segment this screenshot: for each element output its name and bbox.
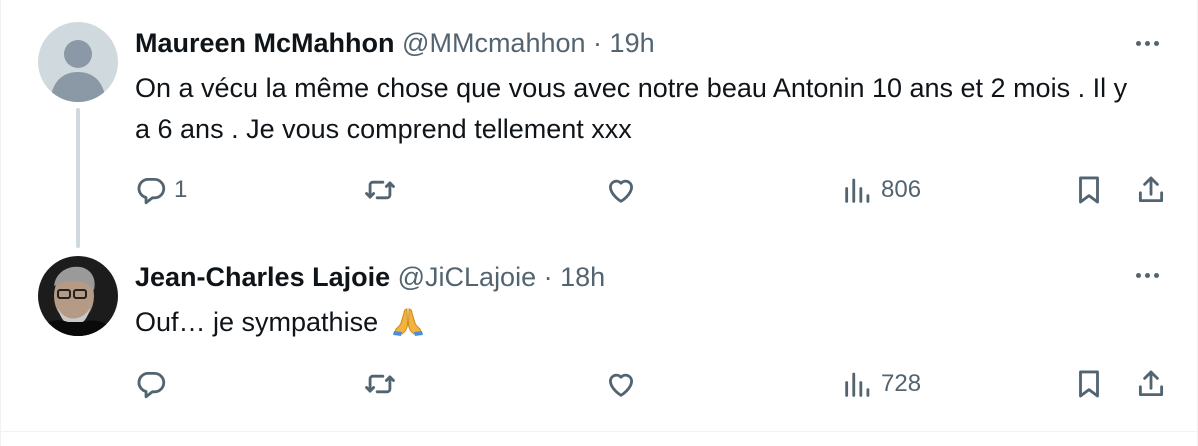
reply-count: 1 [174, 176, 188, 203]
author-name[interactable]: Maureen McMahhon [135, 28, 395, 58]
share-button[interactable] [1134, 364, 1168, 404]
separator: · [543, 262, 553, 292]
reply-icon [137, 177, 166, 205]
author-handle[interactable]: @MMcmahhon [402, 28, 585, 58]
like-button[interactable] [604, 364, 644, 404]
folded-hands-icon [392, 308, 423, 336]
bookmark-button[interactable] [1072, 170, 1106, 210]
reply-button[interactable]: 1 [134, 170, 187, 210]
tweet-text-content: Ouf… je sympathise [135, 307, 379, 337]
views-icon [845, 178, 870, 203]
tweet-actions: 728 [1, 364, 1198, 404]
view-count: 728 [881, 370, 922, 397]
tweet[interactable]: Maureen McMahhon @MMcmahhon · 19h On a v… [1, 0, 1198, 248]
timestamp[interactable]: 19h [610, 28, 655, 58]
tweet-text: On a vécu la même chose que vous avec no… [135, 73, 1128, 144]
tweet-text: Ouf… je sympathise [135, 302, 1145, 349]
separator: · [593, 28, 603, 58]
views-button[interactable]: 728 [841, 364, 921, 404]
timeline: Maureen McMahhon @MMcmahhon · 19h On a v… [0, 0, 1198, 446]
bookmark-icon [1079, 176, 1099, 204]
folded-hands-emoji [392, 305, 424, 349]
view-count: 806 [881, 176, 922, 203]
retweet-button[interactable] [363, 364, 403, 404]
tweet-header: Jean-Charles Lajoie @JiCLajoie · 18h [135, 260, 605, 294]
share-icon [1138, 176, 1164, 203]
photo-avatar-icon [38, 256, 118, 336]
reply-button[interactable] [134, 364, 174, 404]
more-icon[interactable] [1127, 26, 1167, 60]
views-icon [845, 372, 870, 397]
like-button[interactable] [604, 170, 644, 210]
more-icon[interactable] [1127, 258, 1167, 292]
avatar[interactable] [38, 22, 118, 102]
bookmark-button[interactable] [1072, 364, 1106, 404]
share-icon [1138, 370, 1164, 397]
default-avatar-icon [38, 22, 118, 102]
bookmark-icon [1079, 370, 1099, 398]
retweet-icon [365, 374, 395, 394]
tweet[interactable]: Jean-Charles Lajoie @JiCLajoie · 18h Ouf… [1, 248, 1198, 434]
divider [1, 431, 1197, 432]
share-button[interactable] [1134, 170, 1168, 210]
reply-icon [137, 371, 166, 399]
heart-icon [608, 373, 634, 397]
views-button[interactable]: 806 [841, 170, 921, 210]
heart-icon [608, 179, 634, 203]
tweet-header: Maureen McMahhon @MMcmahhon · 19h [135, 26, 655, 60]
retweet-icon [365, 180, 395, 200]
timestamp[interactable]: 18h [560, 262, 605, 292]
author-name[interactable]: Jean-Charles Lajoie [135, 262, 390, 292]
tweet-actions: 1 806 [1, 170, 1198, 210]
avatar[interactable] [38, 256, 118, 336]
author-handle[interactable]: @JiCLajoie [398, 262, 536, 292]
retweet-button[interactable] [363, 170, 403, 210]
